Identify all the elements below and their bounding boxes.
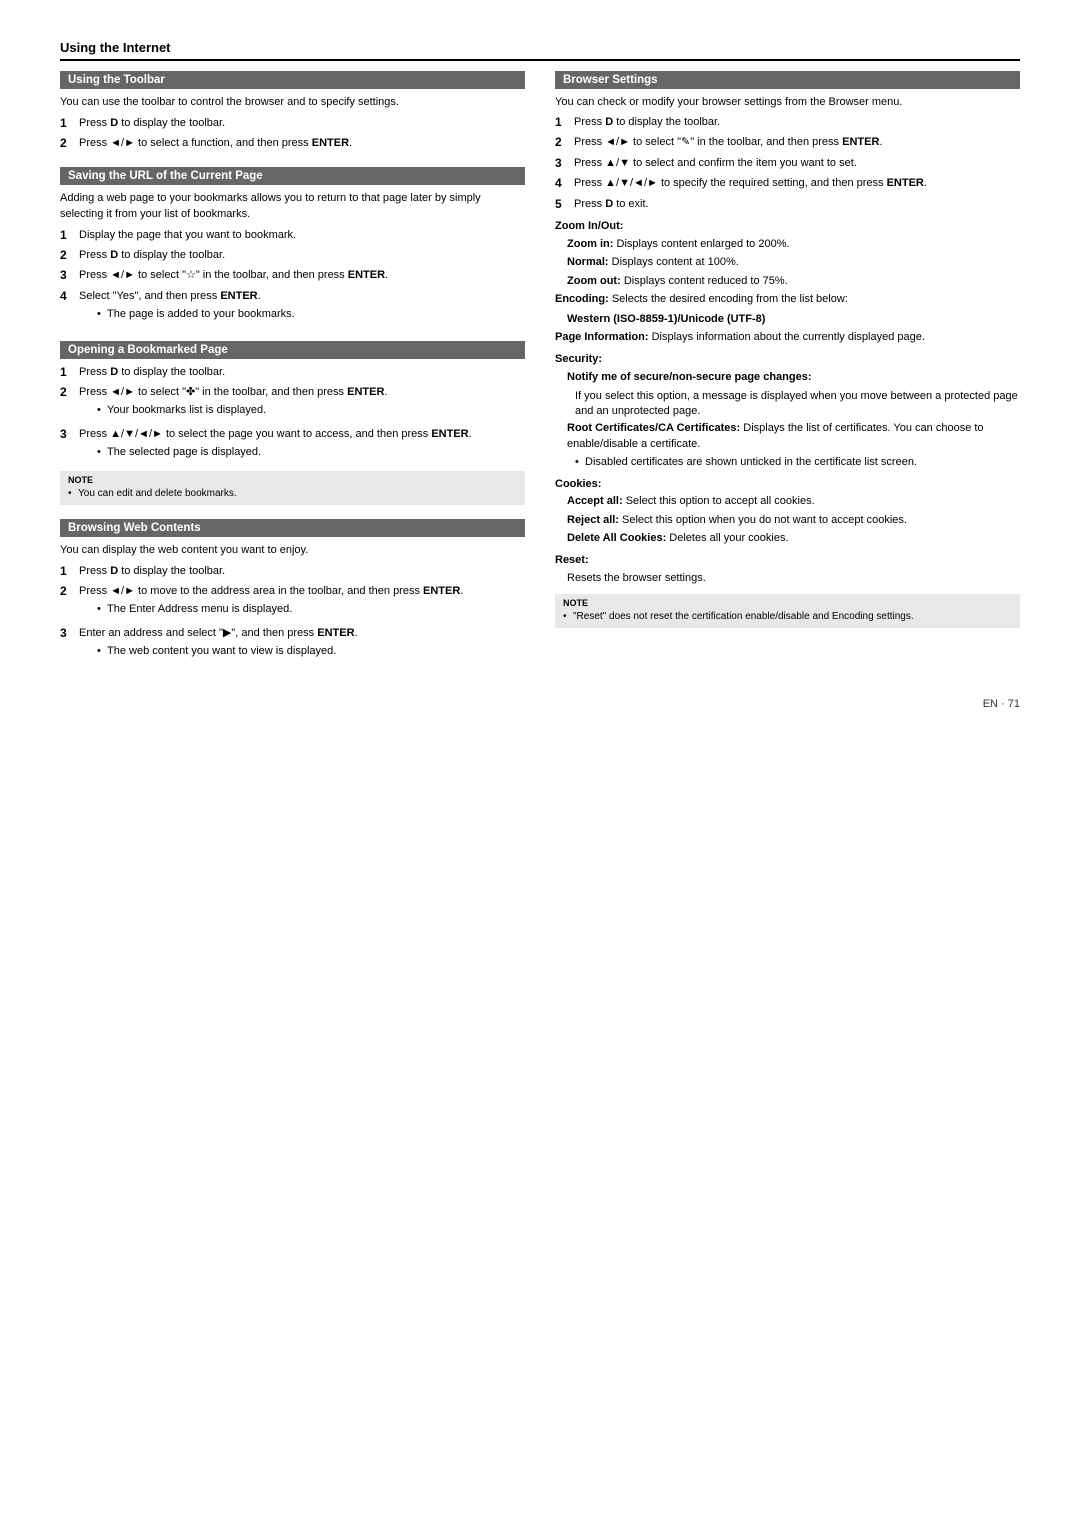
browsing-step-3: 3 Enter an address and select "▶", and t… [60, 626, 525, 664]
reset-text: Resets the browser settings. [567, 571, 1020, 586]
section-browser-settings: Browser Settings You can check or modify… [555, 71, 1020, 628]
bullet-item: The Enter Address menu is displayed. [97, 602, 525, 618]
cookies-accept: Accept all: Select this option to accept… [567, 494, 1020, 509]
section-using-toolbar: Using the Toolbar You can use the toolba… [60, 71, 525, 153]
browsing-step-2: 2 Press ◄/► to move to the address area … [60, 584, 525, 622]
bookmarked-step-3: 3 Press ▲/▼/◄/► to select the page you w… [60, 427, 525, 465]
cookies-delete: Delete All Cookies: Deletes all your coo… [567, 531, 1020, 546]
page-title: Using the Internet [60, 40, 1020, 61]
saving-step-3: 3 Press ◄/► to select "☆" in the toolbar… [60, 268, 525, 284]
bookmarked-step-2: 2 Press ◄/► to select "✤" in the toolbar… [60, 385, 525, 423]
browser-step-4: 4 Press ▲/▼/◄/► to specify the required … [555, 176, 1020, 192]
note-item: You can edit and delete bookmarks. [68, 487, 517, 501]
bullet-item: The web content you want to view is disp… [97, 644, 525, 660]
encoding-title: Encoding: Selects the desired encoding f… [555, 292, 1020, 308]
bookmarked-step-1: 1 Press D to display the toolbar. [60, 365, 525, 381]
section-header-bookmarked: Opening a Bookmarked Page [60, 341, 525, 359]
toolbar-step-2: 2 Press ◄/► to select a function, and th… [60, 136, 525, 152]
bullet-item: The page is added to your bookmarks. [97, 307, 525, 323]
left-column: Using the Toolbar You can use the toolba… [60, 71, 525, 678]
cookies-title: Cookies: [555, 477, 1020, 493]
reset-title: Reset: [555, 553, 1020, 569]
saving-step-1: 1 Display the page that you want to book… [60, 228, 525, 244]
zoom-in: Zoom in: Displays content enlarged to 20… [567, 237, 1020, 252]
right-column: Browser Settings You can check or modify… [555, 71, 1020, 678]
zoom-out: Zoom out: Displays content reduced to 75… [567, 274, 1020, 289]
bookmarked-note: NOTE You can edit and delete bookmarks. [60, 471, 525, 505]
browser-note: NOTE "Reset" does not reset the certific… [555, 594, 1020, 628]
toolbar-step-1: 1 Press D to display the toolbar. [60, 116, 525, 132]
section-saving-url: Saving the URL of the Current Page Addin… [60, 167, 525, 327]
browser-step-2: 2 Press ◄/► to select "✎" in the toolbar… [555, 135, 1020, 151]
security-root-cert-label: Root Certificates/CA Certificates: Displ… [567, 421, 1020, 452]
browser-steps: 1 Press D to display the toolbar. 2 Pres… [555, 115, 1020, 213]
security-notify-text: If you select this option, a message is … [575, 389, 1020, 420]
browsing-step-2-bullets: The Enter Address menu is displayed. [97, 602, 525, 618]
browser-step-1: 1 Press D to display the toolbar. [555, 115, 1020, 131]
toolbar-intro: You can use the toolbar to control the b… [60, 95, 525, 111]
cookies-reject: Reject all: Select this option when you … [567, 513, 1020, 528]
page-info-title: Page Information: Displays information a… [555, 330, 1020, 346]
saving-intro: Adding a web page to your bookmarks allo… [60, 191, 525, 223]
encoding-value: Western (ISO-8859-1)/Unicode (UTF-8) [567, 312, 1020, 327]
bullet-item: The selected page is displayed. [97, 445, 525, 461]
section-header-toolbar: Using the Toolbar [60, 71, 525, 89]
browsing-intro: You can display the web content you want… [60, 543, 525, 559]
bookmarked-step-2-bullets: Your bookmarks list is displayed. [97, 403, 525, 419]
browser-step-5: 5 Press D to exit. [555, 197, 1020, 213]
browsing-steps: 1 Press D to display the toolbar. 2 Pres… [60, 564, 525, 664]
section-header-saving: Saving the URL of the Current Page [60, 167, 525, 185]
zoom-title: Zoom In/Out: [555, 219, 1020, 235]
security-title: Security: [555, 352, 1020, 368]
zoom-normal: Normal: Displays content at 100%. [567, 255, 1020, 270]
section-browsing: Browsing Web Contents You can display th… [60, 519, 525, 664]
browsing-step-3-bullets: The web content you want to view is disp… [97, 644, 525, 660]
bookmarked-steps: 1 Press D to display the toolbar. 2 Pres… [60, 365, 525, 465]
browsing-step-1: 1 Press D to display the toolbar. [60, 564, 525, 580]
page-number: EN · 71 [60, 698, 1020, 710]
bookmarked-step-3-bullets: The selected page is displayed. [97, 445, 525, 461]
note-item: "Reset" does not reset the certification… [563, 610, 1012, 624]
saving-step-2: 2 Press D to display the toolbar. [60, 248, 525, 264]
saving-step-4-bullets: The page is added to your bookmarks. [97, 307, 525, 323]
section-header-browser: Browser Settings [555, 71, 1020, 89]
toolbar-steps: 1 Press D to display the toolbar. 2 Pres… [60, 116, 525, 153]
saving-step-4: 4 Select "Yes", and then press ENTER. Th… [60, 289, 525, 327]
bookmarked-note-list: You can edit and delete bookmarks. [68, 487, 517, 501]
browser-note-list: "Reset" does not reset the certification… [563, 610, 1012, 624]
saving-steps: 1 Display the page that you want to book… [60, 228, 525, 327]
security-notify-label: Notify me of secure/non-secure page chan… [567, 370, 1020, 385]
browser-intro: You can check or modify your browser set… [555, 95, 1020, 111]
section-bookmarked: Opening a Bookmarked Page 1 Press D to d… [60, 341, 525, 505]
security-root-cert-bullet: Disabled certificates are shown unticked… [575, 455, 1020, 470]
browser-step-3: 3 Press ▲/▼ to select and confirm the it… [555, 156, 1020, 172]
bullet-item: Your bookmarks list is displayed. [97, 403, 525, 419]
section-header-browsing: Browsing Web Contents [60, 519, 525, 537]
